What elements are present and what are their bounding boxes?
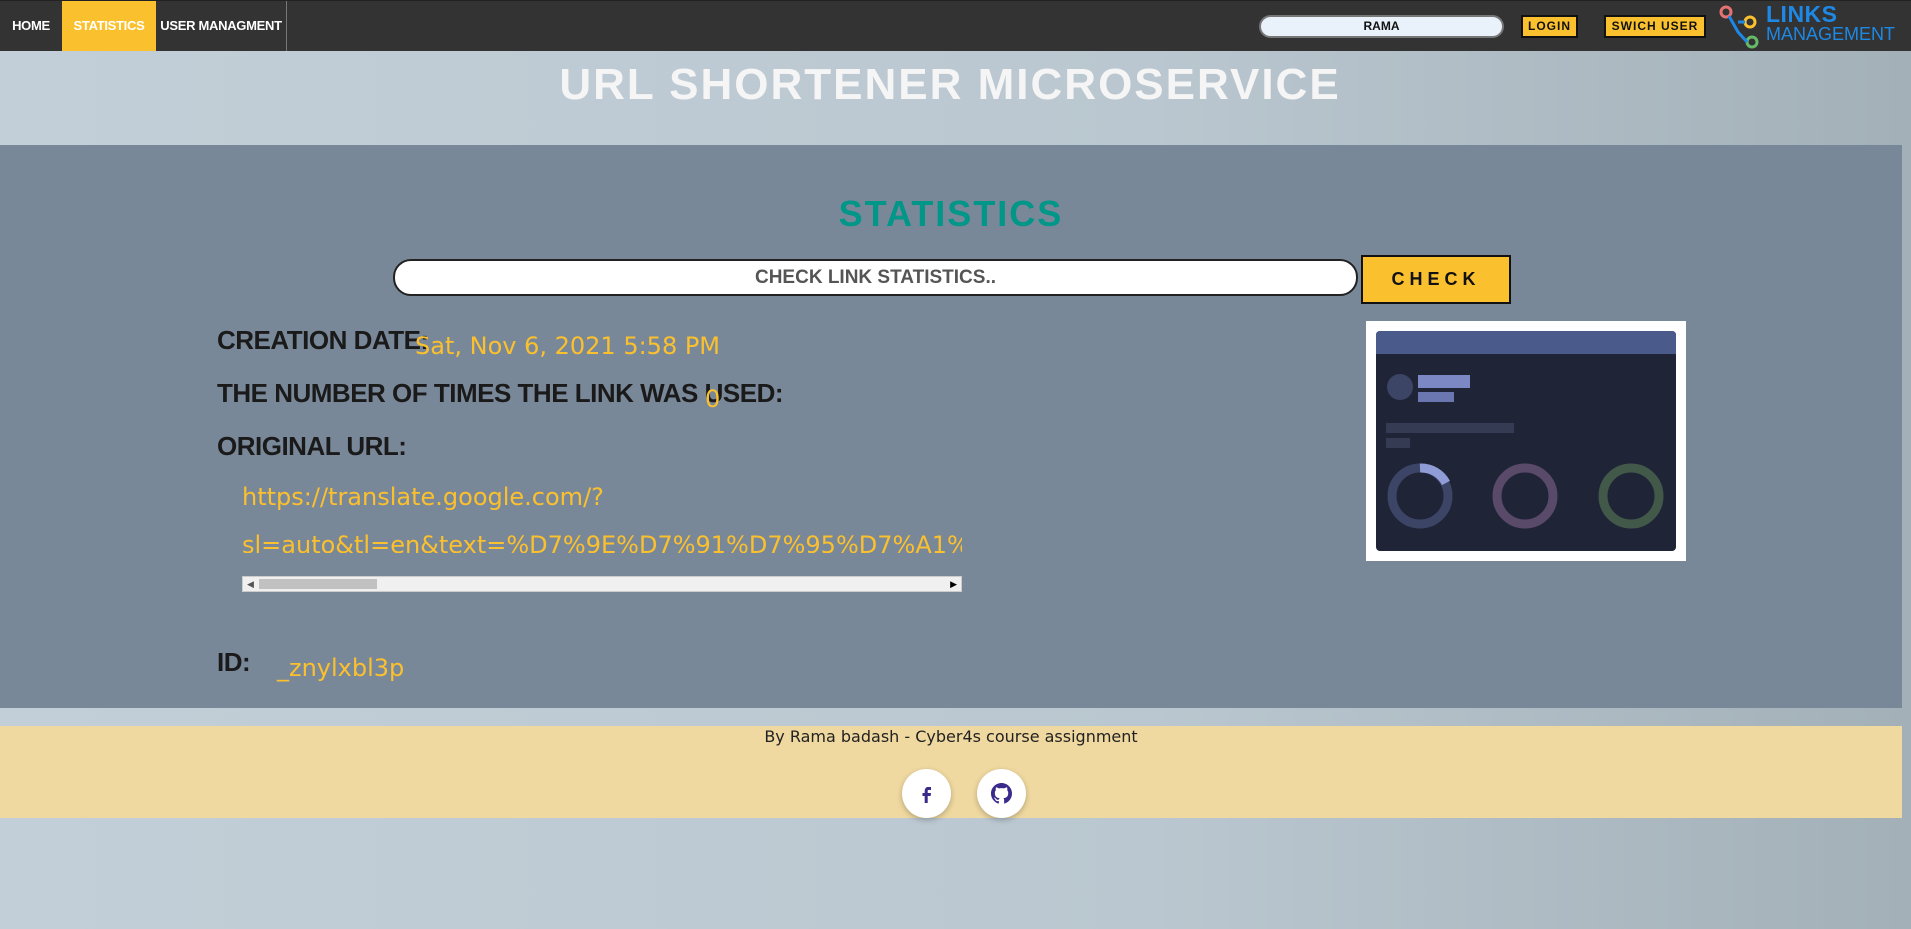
link-statistics-input[interactable]: CHECK LINK STATISTICS.. [393,259,1358,296]
nav-statistics-link[interactable]: STATISTICS [62,1,156,51]
github-button[interactable] [977,769,1026,818]
creation-date-value: Sat, Nov 6, 2021 5:58 PM [415,332,721,360]
check-button[interactable]: CHECK [1361,255,1511,304]
id-value: _znylxbl3p [277,654,405,682]
footer-credit: By Rama badash - Cyber4s course assignme… [764,727,1138,746]
id-label: ID: [217,647,251,677]
statistics-preview-image [1366,321,1686,561]
switch-user-button[interactable]: SWICH USER [1604,15,1706,38]
scroll-right-arrow-icon[interactable]: ▶ [950,579,957,589]
login-button[interactable]: LOGIN [1521,15,1578,38]
logo-text-line1: LINKS [1766,1,1838,27]
creation-date-label: CREATION DATE: [217,325,429,355]
logo-icon [1719,5,1759,49]
statistics-panel: STATISTICS CHECK LINK STATISTICS.. CHECK… [0,145,1902,708]
footer: By Rama badash - Cyber4s course assignme… [0,726,1902,818]
usage-count-value: 0 [705,385,721,413]
section-title: STATISTICS [838,193,1064,234]
preview-dashboard [1376,331,1676,551]
facebook-button[interactable] [902,769,951,818]
scroll-left-arrow-icon[interactable]: ◀ [247,579,254,589]
original-url-line2[interactable]: sl=auto&tl=en&text=%D7%9E%D7%91%D7%95%D7… [242,521,962,553]
original-url-line1[interactable]: https://translate.google.com/? [242,473,962,521]
preview-dashboard-graphic [1386,374,1664,529]
nav-home-link[interactable]: HOME [0,1,62,51]
usage-count-label: THE NUMBER OF TIMES THE LINK WAS USED: [217,378,784,408]
original-url-box: https://translate.google.com/? sl=auto&t… [242,473,962,553]
nav-user-management-link[interactable]: USER MANAGMENT [156,1,287,51]
scrollbar-thumb[interactable] [259,579,377,589]
navbar: HOME STATISTICS USER MANAGMENT RAMA LOGI… [0,0,1911,51]
username-input[interactable]: RAMA [1259,15,1504,38]
logo-text-line2: MANAGEMENT [1766,24,1896,44]
github-icon [991,783,1012,804]
horizontal-scrollbar[interactable]: ◀ ▶ [242,576,962,592]
links-management-logo: LINKS MANAGEMENT [1718,2,1911,51]
page-title: URL SHORTENER MICROSERVICE [559,60,1341,109]
original-url-label: ORIGINAL URL: [217,431,407,461]
facebook-icon [922,787,931,803]
